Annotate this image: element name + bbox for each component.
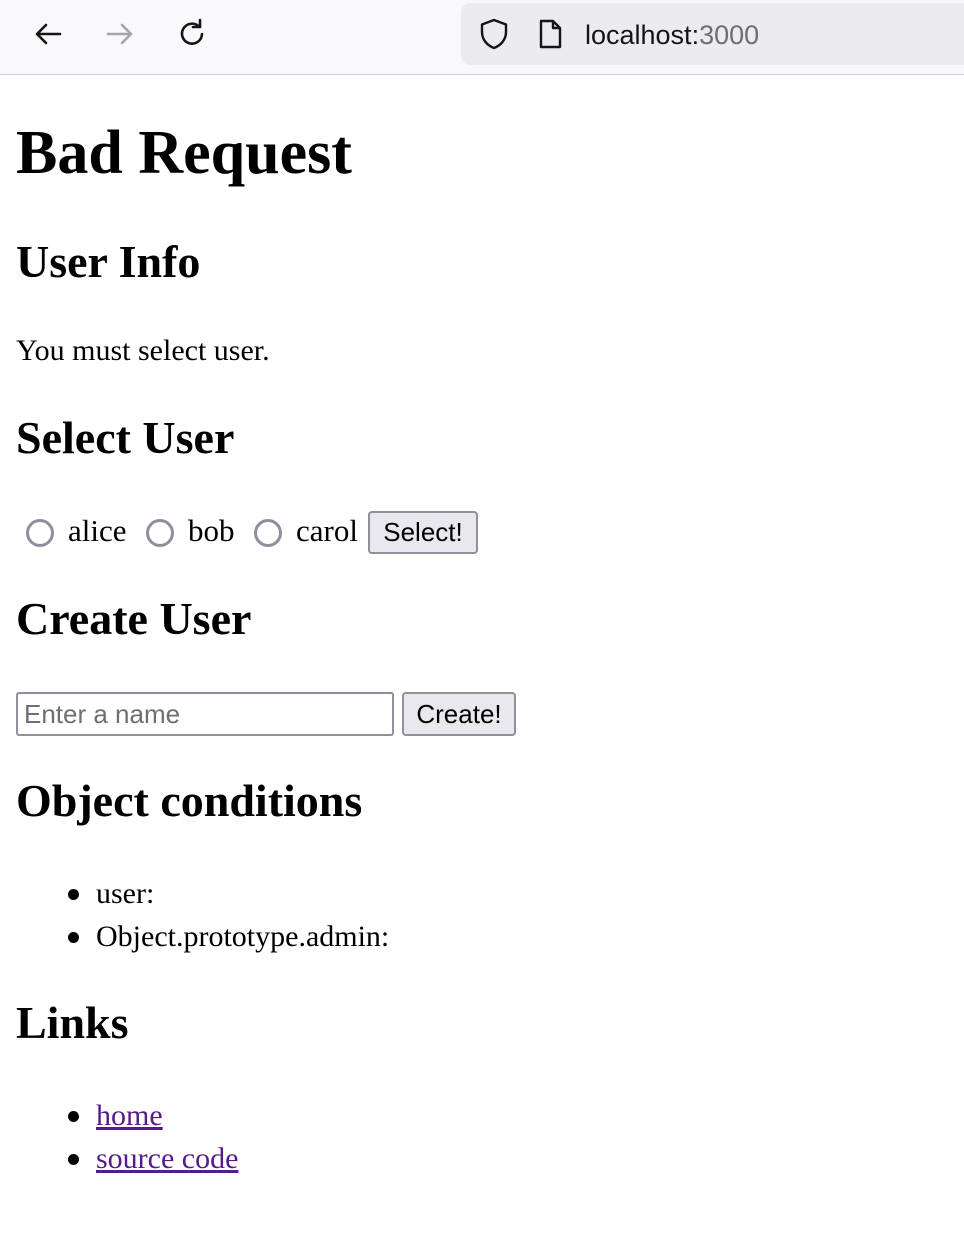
page-title: Bad Request (16, 119, 352, 187)
user-info-message: You must select user. (16, 334, 270, 367)
home-link[interactable]: home (96, 1099, 163, 1132)
page-icon[interactable] (533, 17, 567, 56)
source-code-link[interactable]: source code (96, 1142, 238, 1175)
list-item: source code (16, 1137, 238, 1180)
url-bar[interactable]: localhost:3000 (461, 3, 964, 65)
radio-alice[interactable] (26, 519, 54, 547)
reload-icon (180, 18, 204, 45)
arrow-left-icon (35, 23, 62, 45)
reload-button[interactable] (170, 12, 214, 56)
links-heading: Links (16, 997, 129, 1048)
radio-bob[interactable] (146, 519, 174, 547)
browser-toolbar: localhost:3000 (0, 0, 964, 75)
links-list: home source code (16, 1094, 238, 1180)
name-input[interactable] (16, 692, 394, 736)
forward-button[interactable] (98, 12, 142, 56)
radio-label-carol: carol (296, 513, 358, 548)
user-info-heading: User Info (16, 236, 201, 287)
select-user-form: alice bob carol Select! (16, 510, 716, 556)
url-text[interactable]: localhost:3000 (585, 19, 759, 51)
object-conditions-list: user: Object.prototype.admin: (16, 872, 389, 958)
object-conditions-heading: Object conditions (16, 775, 363, 826)
select-button[interactable]: Select! (368, 511, 478, 554)
shield-icon[interactable] (477, 17, 511, 56)
radio-label-alice: alice (68, 513, 127, 548)
radio-carol[interactable] (254, 519, 282, 547)
create-user-heading: Create User (16, 593, 252, 644)
url-host: localhost: (585, 20, 700, 50)
list-item: Object.prototype.admin: (16, 915, 389, 958)
back-button[interactable] (26, 12, 70, 56)
arrow-right-icon (106, 23, 133, 45)
radio-label-bob: bob (188, 513, 235, 548)
select-user-heading: Select User (16, 412, 235, 463)
url-port: 3000 (699, 20, 760, 50)
list-item: home (16, 1094, 238, 1137)
list-item: user: (16, 872, 389, 915)
create-button[interactable]: Create! (402, 692, 516, 736)
